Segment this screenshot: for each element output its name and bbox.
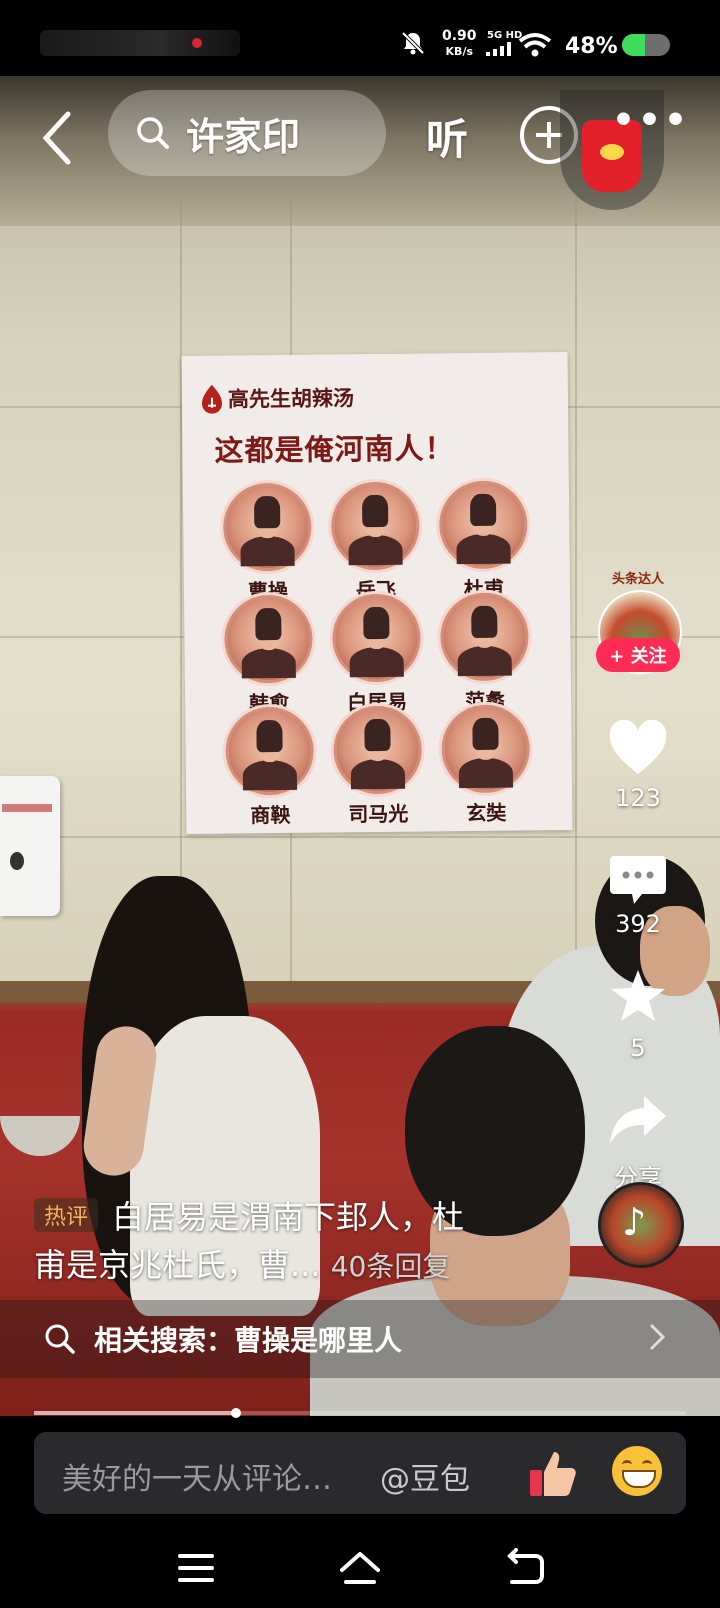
- poster: 高先生胡辣汤 这都是俺河南人！ 曹操 岳飞 杜甫 韩愈 白居易 范蠡 商鞅 司马光 玄奘: [181, 351, 573, 835]
- portrait-image: [224, 594, 313, 684]
- search-box[interactable]: 许家印: [108, 90, 386, 176]
- network-speed: 0.90 KB/s: [442, 28, 477, 60]
- listen-button[interactable]: 听: [426, 106, 468, 167]
- hot-comment-replies[interactable]: 40条回复: [331, 1250, 451, 1283]
- portrait-image: [333, 705, 423, 795]
- portrait-image: [330, 481, 420, 571]
- back-icon[interactable]: [502, 1548, 546, 1588]
- wifi-icon: [518, 33, 552, 57]
- portrait-grid: 曹操 岳飞 杜甫 韩愈 白居易 范蠡 商鞅 司马光 玄奘: [182, 352, 568, 827]
- related-search-bar[interactable]: 相关搜索：曹操是哪里人: [0, 1300, 720, 1378]
- status-notifications-blurred: [40, 30, 240, 56]
- poster-brand-row: 高先生胡辣汤: [200, 382, 354, 414]
- poster-headline: 这都是俺河南人！: [214, 431, 455, 468]
- battery-icon: [622, 34, 670, 56]
- portrait-image: [440, 592, 529, 682]
- back-arrow-icon[interactable]: [38, 110, 78, 166]
- battery-fill: [622, 34, 646, 56]
- related-search-label: 相关搜索：曹操是哪里人: [94, 1324, 403, 1357]
- search-icon: [45, 1324, 75, 1354]
- portrait-name: 玄奘: [466, 800, 507, 826]
- portrait-image: [332, 593, 421, 683]
- comment-input-placeholder[interactable]: 美好的一天从评论…: [62, 1454, 332, 1498]
- battery-percent: 48%: [565, 34, 618, 59]
- portrait-image: [441, 704, 531, 794]
- signal-bars-icon: [486, 42, 511, 56]
- mention-button[interactable]: @豆包: [380, 1454, 470, 1498]
- video-progress-knob[interactable]: [231, 1408, 242, 1418]
- chevron-right-icon: [649, 1323, 666, 1351]
- status-bar: 0.90 KB/s 5G HD 48%: [0, 0, 720, 76]
- recording-dot-icon: [192, 38, 202, 48]
- hot-comment-line1[interactable]: 白居易是渭南下邽人，杜: [112, 1192, 464, 1238]
- follow-button[interactable]: + 关注: [596, 638, 680, 672]
- search-query: 许家印: [186, 114, 301, 159]
- hot-comment-text: 甫是京兆杜氏，曹...: [34, 1246, 321, 1284]
- music-note-icon: ♪: [622, 1200, 647, 1244]
- scene-tile-line: [0, 836, 720, 838]
- hot-comment-line2[interactable]: 甫是京兆杜氏，曹... 40条回复: [34, 1240, 450, 1286]
- video-progress-fill: [34, 1411, 237, 1415]
- grin-emoji-icon[interactable]: [612, 1446, 662, 1496]
- favorite-count: 5: [630, 1034, 646, 1062]
- avatar-banner: 头条达人: [611, 572, 664, 587]
- scene-tile-line: [575, 196, 577, 1056]
- hot-comment-tag: 热评: [34, 1198, 98, 1232]
- mute-bell-icon: [401, 31, 425, 55]
- poster-brand: 高先生胡辣汤: [227, 385, 355, 412]
- network-speed-unit: KB/s: [445, 45, 474, 58]
- portrait-name: 司马光: [348, 801, 409, 827]
- top-bar: 许家印 听 •••: [0, 90, 720, 210]
- home-icon[interactable]: [338, 1548, 382, 1588]
- share-arrow-icon[interactable]: [608, 1092, 668, 1148]
- portrait-image: [438, 480, 528, 570]
- portrait-image: [225, 706, 315, 796]
- portrait-name: 商鞅: [250, 802, 291, 828]
- favorite-star-icon[interactable]: [608, 968, 668, 1024]
- comment-input-bar[interactable]: 美好的一天从评论… @豆包: [34, 1432, 686, 1514]
- menu-icon[interactable]: [174, 1548, 218, 1588]
- like-heart-icon[interactable]: [608, 720, 668, 776]
- search-icon: [137, 117, 169, 149]
- network-speed-value: 0.90: [442, 28, 477, 44]
- more-icon[interactable]: •••: [612, 100, 690, 141]
- tissue-dispenser: [0, 776, 60, 916]
- system-nav-bar: [0, 1528, 720, 1608]
- flame-logo-icon: [202, 384, 223, 414]
- like-count: 123: [615, 784, 661, 812]
- comment-bubble-icon[interactable]: [608, 852, 668, 908]
- video-progress-bar[interactable]: [34, 1408, 686, 1418]
- portrait-image: [222, 482, 312, 572]
- thumbs-up-emoji-icon[interactable]: [526, 1446, 580, 1500]
- comment-count: 392: [615, 910, 661, 938]
